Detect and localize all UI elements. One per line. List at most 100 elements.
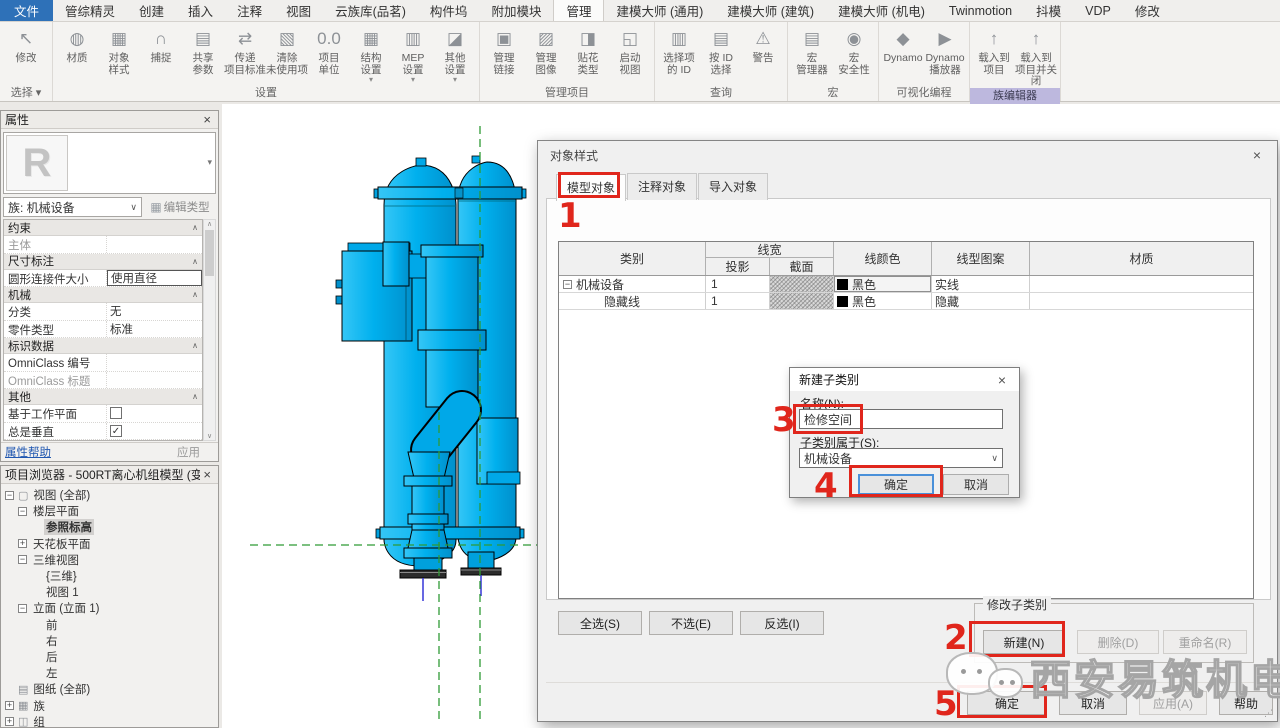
ribbon-tab-8[interactable]: 管理 (553, 0, 604, 21)
column-header-material[interactable]: 材质 (1030, 242, 1253, 275)
select-all-button[interactable]: 全选(S) (558, 611, 642, 635)
ribbon-tab-6[interactable]: 构件坞 (418, 0, 480, 21)
select-by-id-button[interactable]: ▤按 ID 选择 (700, 24, 742, 85)
close-icon[interactable]: × (200, 467, 214, 482)
properties-scrollbar[interactable]: ∧ ∨ (203, 219, 216, 441)
load-into-project-and-close-button[interactable]: ↑载入到 项目并关闭 (1015, 24, 1057, 88)
browser-item-3[interactable]: +天花板平面 (1, 536, 218, 552)
subdialog-cancel-button[interactable]: 取消 (943, 474, 1009, 495)
select-none-button[interactable]: 不选(E) (649, 611, 733, 635)
scroll-up-icon[interactable]: ∧ (207, 220, 212, 228)
browser-item-12[interactable]: ▤图纸 (全部) (1, 681, 218, 697)
browser-item-13[interactable]: +▦族 (1, 697, 218, 713)
browser-item-2[interactable]: 参照标高 (1, 519, 218, 535)
scroll-thumb[interactable] (205, 230, 214, 276)
ribbon-tab-2[interactable]: 插入 (176, 0, 225, 21)
column-header-line-weight[interactable]: 线宽 (706, 242, 834, 258)
dynamo-button[interactable]: ◆Dynamo (882, 24, 924, 85)
type-selector[interactable]: R ▾ (3, 132, 216, 194)
transfer-project-standards-button[interactable]: ⇄传递 项目标准 (224, 24, 266, 85)
checkbox-unchecked[interactable] (110, 407, 122, 419)
invert-button[interactable]: 反选(I) (740, 611, 824, 635)
property-group-0[interactable]: 约束∧ (4, 220, 202, 236)
macro-security-button[interactable]: ◉宏 安全性 (833, 24, 875, 85)
edit-type-button[interactable]: ▦ 编辑类型 (144, 197, 216, 217)
browser-item-7[interactable]: −立面 (立面 1) (1, 600, 218, 616)
manage-images-button[interactable]: ▨管理 图像 (525, 24, 567, 85)
ribbon-tab-3[interactable]: 注释 (225, 0, 274, 21)
materials-button[interactable]: ◍材质 (56, 24, 98, 85)
object-style-row-0[interactable]: −机械设备1黑色实线 (559, 276, 1253, 293)
dynamo-player-button[interactable]: ▶Dynamo 播放器 (924, 24, 966, 85)
browser-item-5[interactable]: {三维} (1, 568, 218, 584)
properties-help-link[interactable]: 属性帮助 (5, 444, 163, 460)
close-icon[interactable]: × (994, 372, 1010, 388)
rename-subcategory-button[interactable]: 重命名(R) (1163, 630, 1247, 654)
browser-item-4[interactable]: −三维视图 (1, 552, 218, 568)
apply-button[interactable]: 应用 (163, 444, 214, 460)
browser-item-6[interactable]: 视图 1 (1, 584, 218, 600)
expander-plus-icon[interactable]: + (5, 717, 14, 726)
property-group-2[interactable]: 尺寸标注∧ (4, 254, 202, 270)
load-into-project-button[interactable]: ↑载入到 项目 (973, 24, 1015, 88)
column-header-line-color[interactable]: 线颜色 (834, 242, 932, 275)
ribbon-tab-12[interactable]: Twinmotion (937, 0, 1024, 21)
expander-minus-icon[interactable]: − (18, 555, 27, 564)
apply-button[interactable]: 应用(A) (1139, 691, 1207, 715)
ribbon-tab-9[interactable]: 建模大师 (通用) (604, 0, 715, 21)
close-icon[interactable]: × (1249, 147, 1265, 163)
ribbon-tab-1[interactable]: 创建 (127, 0, 176, 21)
ribbon-tab-4[interactable]: 视图 (274, 0, 323, 21)
warnings-button[interactable]: ⚠警告 (742, 24, 784, 85)
column-header-category[interactable]: 类别 (559, 242, 706, 275)
ribbon-tab-13[interactable]: 抖模 (1024, 0, 1073, 21)
close-icon[interactable]: × (200, 112, 214, 127)
delete-subcategory-button[interactable]: 删除(D) (1077, 630, 1159, 654)
scroll-down-icon[interactable]: ∨ (207, 432, 212, 440)
property-group-4[interactable]: 机械∧ (4, 287, 202, 303)
ids-of-selection-button[interactable]: ▥选择项 的 ID (658, 24, 700, 85)
file-tab[interactable]: 文件 (0, 0, 53, 21)
ribbon-tab-5[interactable]: 云族库(品茗) (323, 0, 418, 21)
macro-manager-button[interactable]: ▤宏 管理器 (791, 24, 833, 85)
mep-settings-button[interactable]: ▥MEP 设置▾ (392, 24, 434, 85)
expander-minus-icon[interactable]: − (5, 491, 14, 500)
dropdown-arrow-icon[interactable]: ▾ (207, 157, 212, 168)
column-header-line-pattern[interactable]: 线型图案 (932, 242, 1030, 275)
ribbon-tab-0[interactable]: 管综精灵 (53, 0, 127, 21)
ribbon-tab-14[interactable]: VDP (1073, 0, 1123, 21)
dialog-tab-2[interactable]: 导入对象 (698, 173, 768, 200)
expander-plus-icon[interactable]: + (5, 701, 14, 710)
ribbon-tab-15[interactable]: 修改 (1123, 0, 1172, 21)
expander-minus-icon[interactable]: − (563, 280, 572, 289)
snaps-button[interactable]: ∩捕捉 (140, 24, 182, 85)
expander-minus-icon[interactable]: − (18, 507, 27, 516)
browser-item-8[interactable]: 前 (1, 617, 218, 633)
purge-unused-button[interactable]: ▧清除 未使用项 (266, 24, 308, 85)
manage-links-button[interactable]: ▣管理 链接 (483, 24, 525, 85)
project-units-button[interactable]: 0.0项目 单位 (308, 24, 350, 85)
property-group-7[interactable]: 标识数据∧ (4, 338, 202, 354)
property-group-10[interactable]: 其他∧ (4, 389, 202, 405)
decal-types-button[interactable]: ◨贴花 类型 (567, 24, 609, 85)
structural-settings-button[interactable]: ▦结构 设置▾ (350, 24, 392, 85)
checkbox-checked[interactable]: ✓ (110, 425, 122, 437)
ribbon-tab-7[interactable]: 附加模块 (479, 0, 553, 21)
expander-plus-icon[interactable]: + (18, 539, 27, 548)
browser-item-1[interactable]: −楼层平面 (1, 503, 218, 519)
modify-button[interactable]: ↖修改 (3, 24, 49, 85)
starting-view-button[interactable]: ◱启动 视图 (609, 24, 651, 85)
browser-item-0[interactable]: −▢视图 (全部) (1, 487, 218, 503)
expander-minus-icon[interactable]: − (18, 604, 27, 613)
resize-grip[interactable]: ⋰ (1264, 708, 1274, 718)
ribbon-tab-11[interactable]: 建模大师 (机电) (826, 0, 937, 21)
cancel-button[interactable]: 取消 (1059, 691, 1127, 715)
column-header-projection[interactable]: 投影 (706, 258, 770, 275)
additional-settings-button[interactable]: ◪其他 设置▾ (434, 24, 476, 85)
object-styles-button[interactable]: ▦对象 样式 (98, 24, 140, 85)
object-style-row-1[interactable]: 隐藏线1黑色隐藏 (559, 293, 1253, 310)
family-filter-combo[interactable]: 族: 机械设备 ∨ (3, 197, 142, 217)
browser-item-14[interactable]: +◫组 (1, 714, 218, 727)
shared-parameters-button[interactable]: ▤共享 参数 (182, 24, 224, 85)
dialog-tab-1[interactable]: 注释对象 (627, 173, 697, 200)
